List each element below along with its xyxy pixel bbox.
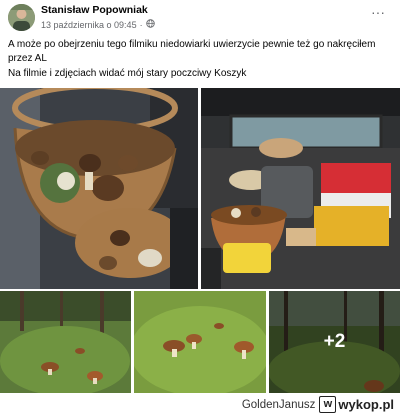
photo-forest-3[interactable]: +2 [269,291,400,393]
photo-gallery: +2 [0,88,400,393]
post-meta: 13 października o 09:45 · [41,19,155,30]
wykop-logo-icon: w [319,396,337,413]
more-options-icon[interactable]: ··· [370,5,386,19]
photo-mushroom-basket[interactable] [0,88,198,289]
post-header: Stanisław Popowniak 13 października o 09… [0,0,400,34]
photo-forest-2[interactable] [134,291,266,393]
more-photos-count: +2 [323,331,346,352]
meta-separator: · [139,19,143,30]
post-text-line-2: Na filmie i zdjęciach widać mój stary po… [8,68,247,79]
watermark-username: GoldenJanusz [241,398,316,411]
watermark-bar: GoldenJanusz w wykop.pl [0,395,400,415]
post-date[interactable]: 13 października o 09:45 [41,20,137,30]
watermark-site: wykop.pl [338,397,394,412]
post-text-line-1: A może po obejrzeniu tego filmiku niedow… [8,39,376,64]
more-photos-overlay[interactable]: +2 [269,291,400,393]
facebook-post: Stanisław Popowniak 13 października o 09… [0,0,400,415]
avatar[interactable] [8,4,35,31]
photo-car-trunk[interactable] [201,88,400,289]
post-author[interactable]: Stanisław Popowniak [41,4,148,16]
globe-icon [145,19,155,30]
watermark: GoldenJanusz w wykop.pl [242,396,394,413]
wykop-logo: w wykop.pl [319,396,394,413]
photo-forest-1[interactable] [0,291,131,393]
